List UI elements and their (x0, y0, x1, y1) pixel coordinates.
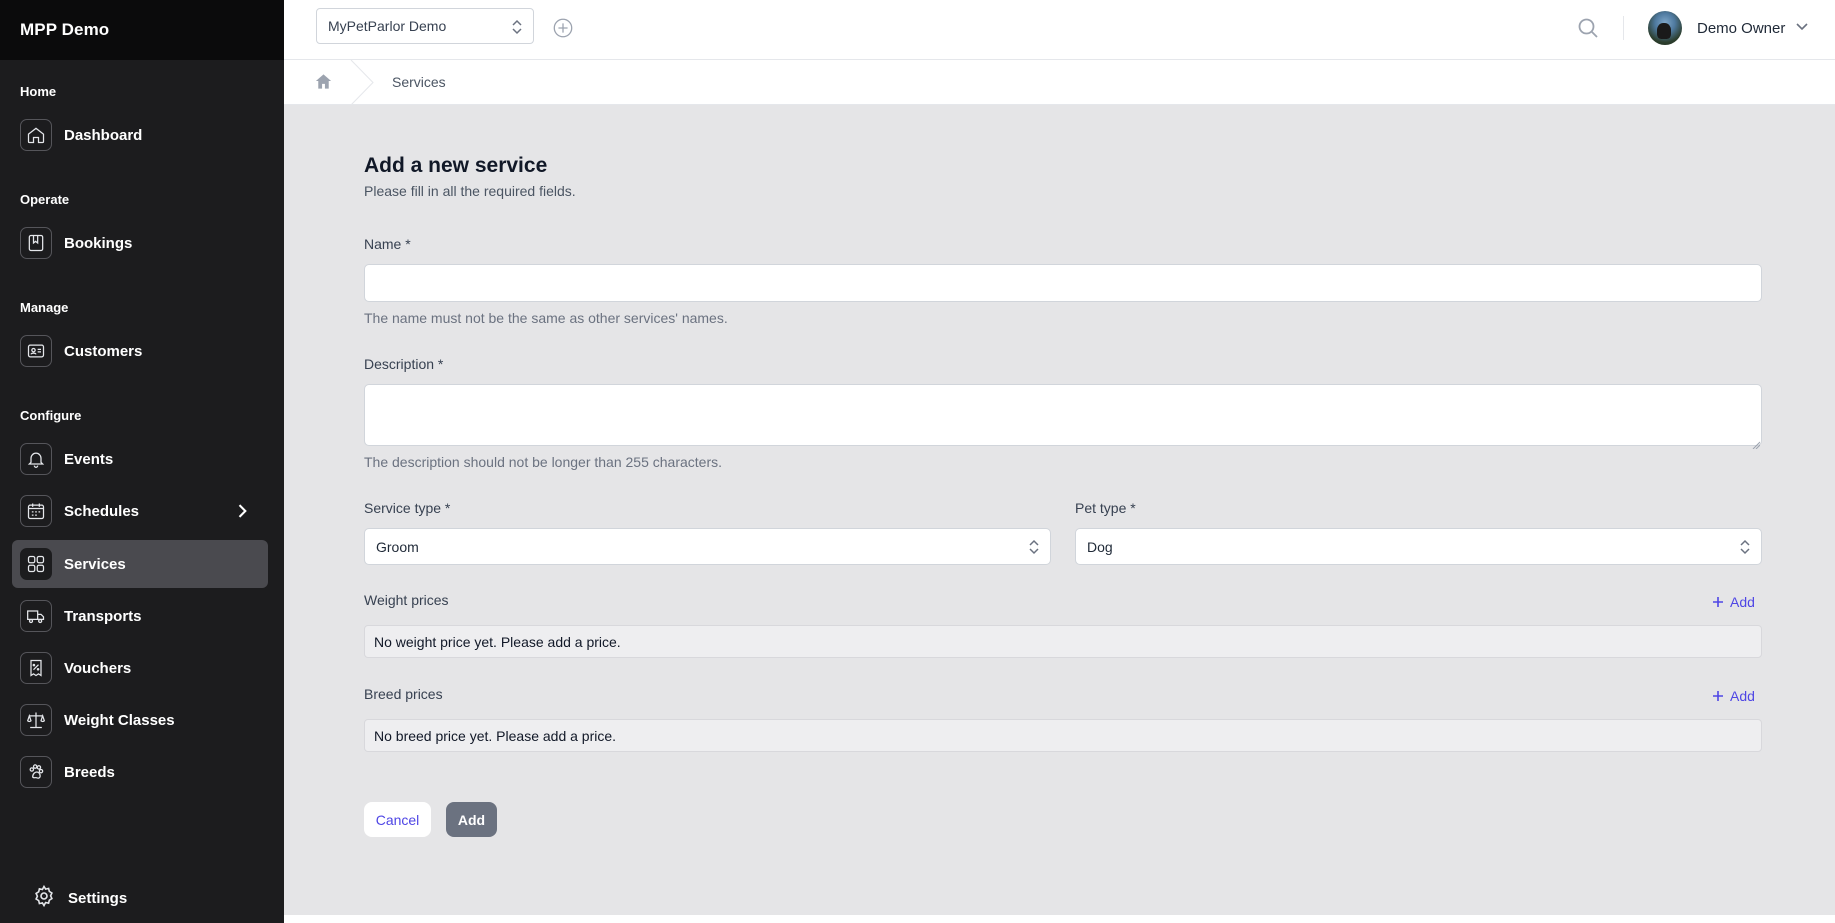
sidebar-item-dashboard[interactable]: Dashboard (12, 111, 268, 159)
sidebar-item-label: Weight Classes (64, 711, 175, 729)
sidebar-item-settings[interactable]: Settings (20, 884, 127, 912)
add-service-button[interactable]: Add (446, 802, 497, 837)
add-breed-price-button[interactable]: Add (1712, 688, 1755, 704)
select-updown-icon (1028, 538, 1040, 559)
description-textarea[interactable] (364, 384, 1762, 446)
sidebar-item-label: Settings (68, 889, 128, 907)
grid-icon (20, 548, 52, 580)
breed-prices-label: Breed prices (364, 686, 443, 702)
bottom-strip (284, 915, 1835, 923)
section-label-home: Home (20, 84, 57, 99)
sidebar-item-label: Dashboard (64, 126, 143, 144)
brand-title: MPP Demo (0, 0, 284, 60)
plus-icon (1713, 597, 1723, 607)
truck-icon (20, 600, 52, 632)
user-name: Demo Owner (1697, 19, 1786, 37)
sidebar-item-breeds[interactable]: Breeds (12, 748, 268, 796)
sidebar-item-label: Bookings (64, 234, 133, 252)
weight-prices-label: Weight prices (364, 592, 449, 608)
sidebar-item-customers[interactable]: Customers (12, 327, 268, 375)
id-card-icon (20, 335, 52, 367)
weight-prices-empty-state: No weight price yet. Please add a price. (364, 625, 1762, 658)
sidebar-item-events[interactable]: Events (12, 435, 268, 483)
voucher-percent-icon (20, 652, 52, 684)
calendar-icon (20, 495, 52, 527)
avatar (1648, 11, 1682, 45)
sidebar: MPP Demo Home Dashboard Operate Bookings… (0, 0, 284, 923)
add-weight-price-button[interactable]: Add (1712, 594, 1755, 610)
section-label-manage: Manage (20, 300, 69, 315)
bell-icon (20, 443, 52, 475)
sidebar-item-label: Events (64, 450, 114, 468)
add-service-form: Add a new service Please fill in all the… (284, 105, 1835, 915)
sidebar-item-label: Breeds (64, 763, 115, 781)
page-subtitle: Please fill in all the required fields. (364, 183, 576, 199)
sidebar-item-label: Customers (64, 342, 143, 360)
breadcrumb: Services (284, 59, 1835, 106)
home-icon[interactable] (314, 72, 334, 92)
pet-type-select[interactable]: Dog (1075, 528, 1762, 565)
cancel-button[interactable]: Cancel (364, 802, 431, 837)
sidebar-item-services[interactable]: Services (12, 540, 268, 588)
breadcrumb-separator (350, 59, 374, 106)
page-title: Add a new service (364, 154, 548, 177)
section-label-configure: Configure (20, 408, 82, 423)
add-organization-icon[interactable] (552, 17, 574, 39)
sidebar-item-label: Vouchers (64, 659, 132, 677)
sidebar-item-label: Transports (64, 607, 142, 625)
service-type-select[interactable]: Groom (364, 528, 1051, 565)
sidebar-item-vouchers[interactable]: Vouchers (12, 644, 268, 692)
plus-icon (1713, 691, 1723, 701)
topbar: MyPetParlor Demo Demo Owner (284, 0, 1835, 60)
description-hint: The description should not be longer tha… (364, 454, 723, 470)
name-label: Name * (364, 236, 411, 252)
pet-type-value: Dog (1087, 538, 1113, 555)
select-updown-icon (511, 18, 523, 39)
search-icon[interactable] (1576, 16, 1600, 40)
organization-select[interactable]: MyPetParlor Demo (316, 8, 534, 44)
select-updown-icon (1739, 538, 1751, 559)
add-weight-price-label: Add (1730, 594, 1755, 610)
name-input[interactable] (364, 264, 1762, 302)
sidebar-item-label: Schedules (64, 502, 140, 520)
resize-handle-icon[interactable] (1752, 436, 1761, 450)
add-breed-price-label: Add (1730, 688, 1755, 704)
chevron-down-icon (1795, 19, 1809, 38)
topbar-divider (1623, 16, 1624, 40)
section-label-operate: Operate (20, 192, 70, 207)
name-hint: The name must not be the same as other s… (364, 310, 728, 326)
user-menu[interactable]: Demo Owner (1648, 10, 1809, 46)
breed-prices-empty-state: No breed price yet. Please add a price. (364, 719, 1762, 752)
sidebar-item-transports[interactable]: Transports (12, 592, 268, 640)
service-type-value: Groom (376, 538, 419, 555)
service-type-label: Service type * (364, 500, 451, 516)
pet-type-label: Pet type * (1075, 500, 1136, 516)
scale-icon (20, 704, 52, 736)
paw-icon (20, 756, 52, 788)
sidebar-item-label: Services (64, 555, 126, 573)
breadcrumb-services-link[interactable]: Services (392, 74, 446, 90)
sidebar-item-bookings[interactable]: Bookings (12, 219, 268, 267)
organization-select-value: MyPetParlor Demo (328, 18, 447, 34)
sidebar-item-weight-classes[interactable]: Weight Classes (12, 696, 268, 744)
chevron-right-icon[interactable] (232, 501, 252, 521)
bookmark-book-icon (20, 227, 52, 259)
description-label: Description * (364, 356, 444, 372)
sidebar-item-schedules[interactable]: Schedules (12, 487, 268, 535)
gear-icon (32, 884, 56, 912)
home-icon (20, 119, 52, 151)
